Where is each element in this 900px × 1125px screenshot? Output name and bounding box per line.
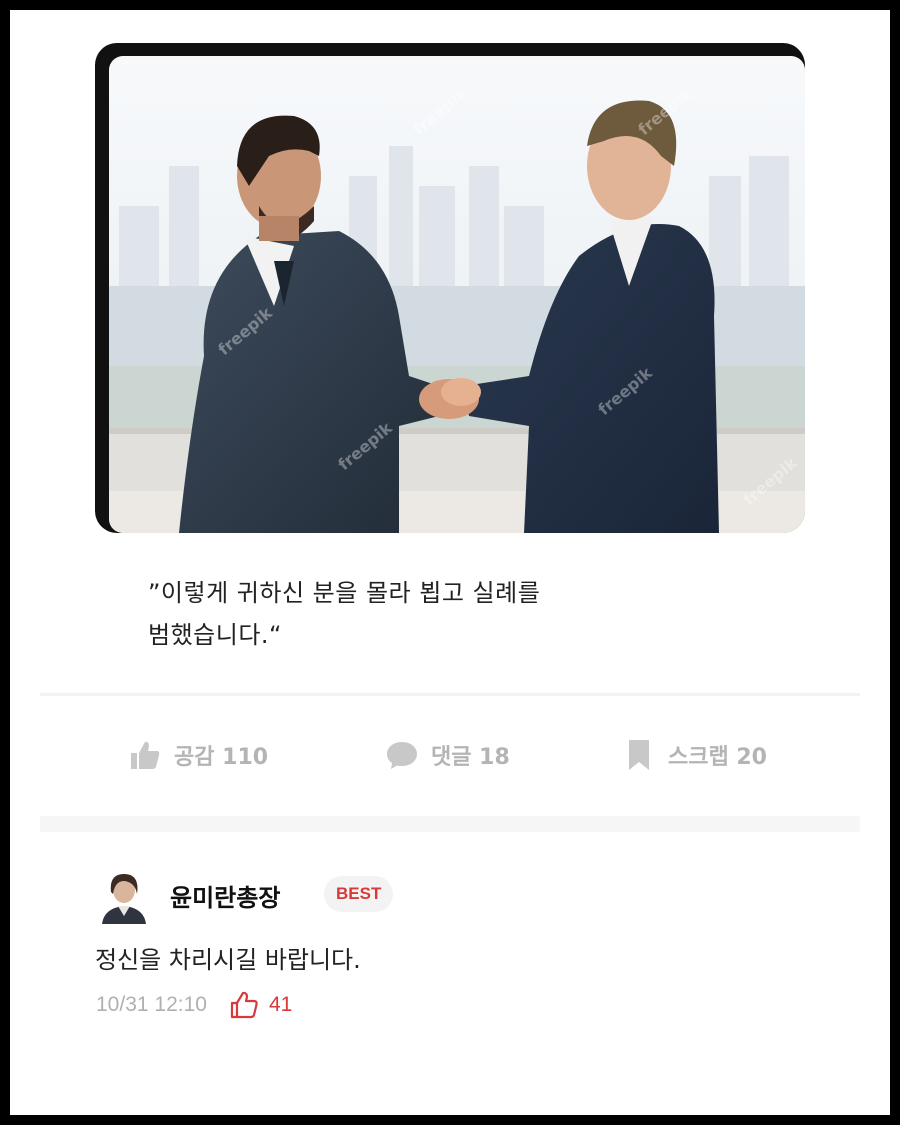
like-label: 공감 110 <box>174 745 269 770</box>
avatar[interactable] <box>98 868 150 924</box>
section-divider <box>40 816 860 832</box>
bookmark-icon <box>629 740 649 770</box>
post-photo[interactable]: freepik freepik freepik freepik freepik … <box>95 43 805 533</box>
speech-bubble-icon <box>387 742 417 769</box>
avatar-image <box>98 868 150 924</box>
best-badge: BEST <box>324 876 394 912</box>
thumbs-up-icon <box>131 741 160 769</box>
quote-line-2: 범했습니다.“ <box>148 621 282 649</box>
comment-label: 댓글 18 <box>431 745 510 770</box>
handshake-photo-image: freepik freepik freepik freepik freepik … <box>109 56 805 533</box>
comment-text: 정신을 차리시길 바랍니다. <box>95 946 361 974</box>
divider <box>40 693 860 696</box>
like-button[interactable]: 공감 110 <box>128 736 268 774</box>
comment-meta: 10/31 12:10 41 <box>96 990 292 1020</box>
comment-timestamp: 10/31 12:10 <box>96 993 207 1016</box>
comment-button[interactable]: 댓글 18 <box>385 736 510 774</box>
comment-like-count: 41 <box>268 993 293 1016</box>
post-card: freepik freepik freepik freepik freepik … <box>10 10 890 1115</box>
post-quote-text: ”이렇게 귀하신 분을 몰라 뵙고 실례를 범했습니다.“ <box>148 572 748 656</box>
comment-author[interactable]: 윤미란총장 <box>170 878 280 913</box>
thumbs-up-outline-icon[interactable] <box>229 990 259 1020</box>
scrap-button[interactable]: 스크랩 20 <box>622 736 767 774</box>
quote-line-1: ”이렇게 귀하신 분을 몰라 뵙고 실례를 <box>148 579 541 607</box>
scrap-label: 스크랩 20 <box>668 745 767 770</box>
